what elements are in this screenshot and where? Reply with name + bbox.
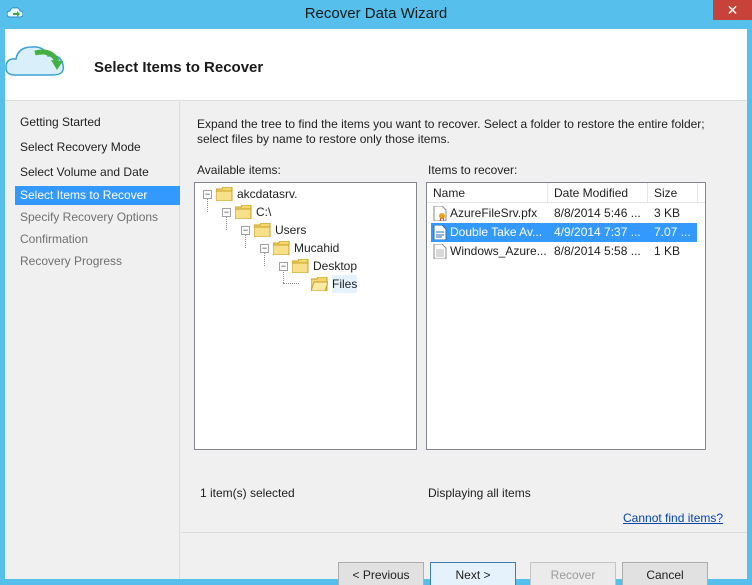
tree-node-akcdatasrv[interactable]: − akcdatasrv.: [203, 185, 403, 203]
column-header-date-modified[interactable]: Date Modified: [548, 183, 648, 203]
nav-step-select-items[interactable]: Select Items to Recover: [15, 186, 180, 205]
collapse-icon[interactable]: −: [222, 208, 231, 217]
folder-icon: [235, 205, 252, 219]
tree-node-label: Mucahid: [294, 241, 340, 255]
row-size: 7.07 ...: [654, 225, 691, 239]
list-row[interactable]: AzureFileSrv.pfx 8/8/2014 5:46 ... 3 KB: [427, 204, 705, 223]
row-size: 3 KB: [654, 206, 681, 220]
available-items-tree[interactable]: − akcdatasrv. − C:\ − Users − Mucahid − …: [194, 182, 417, 450]
tree-node-label: Desktop: [313, 259, 358, 273]
tree-node-users[interactable]: − Users: [241, 221, 401, 239]
nav-step-select-recovery-mode[interactable]: Select Recovery Mode: [15, 138, 180, 157]
row-name: AzureFileSrv.pfx: [450, 206, 538, 220]
content-pane: Expand the tree to find the items you wa…: [181, 102, 747, 585]
folder-icon: [216, 187, 233, 201]
nav-step-confirmation: Confirmation: [20, 232, 89, 246]
open-folder-icon: [311, 277, 328, 291]
cloud-recover-icon: [5, 46, 65, 76]
window-title: Recover Data Wizard: [304, 5, 448, 22]
nav-step-getting-started[interactable]: Getting Started: [15, 113, 180, 132]
list-header: Name Date Modified Size: [427, 183, 705, 203]
collapse-icon[interactable]: −: [279, 262, 288, 271]
certificate-file-icon: [433, 206, 447, 221]
tree-node-label: C:\: [256, 205, 272, 219]
display-status: Displaying all items: [428, 486, 531, 500]
next-button[interactable]: Next >: [430, 562, 516, 585]
footer-divider: [181, 532, 747, 533]
header-band: Select Items to Recover: [5, 29, 747, 101]
tree-node-mucahid[interactable]: − Mucahid: [260, 239, 400, 257]
document-file-icon: [433, 225, 447, 240]
row-date: 8/8/2014 5:46 ...: [554, 206, 641, 220]
tree-node-label: Files: [332, 275, 358, 293]
collapse-icon[interactable]: −: [203, 190, 212, 199]
collapse-icon[interactable]: −: [260, 244, 269, 253]
list-row-selected[interactable]: Double Take Av... 4/9/2014 7:37 ... 7.07…: [427, 223, 705, 242]
tree-node-files[interactable]: Files: [298, 275, 408, 293]
page-title: Select Items to Recover: [94, 59, 264, 76]
row-size: 1 KB: [654, 244, 681, 258]
nav-step-recovery-progress: Recovery Progress: [20, 254, 123, 268]
row-date: 8/8/2014 5:58 ...: [554, 244, 641, 258]
items-to-recover-list[interactable]: Name Date Modified Size AzureFileSrv.pfx…: [426, 182, 706, 450]
wizard-steps-nav: Getting Started Select Recovery Mode Sel…: [5, 102, 180, 579]
list-row[interactable]: Windows_Azure... 8/8/2014 5:58 ... 1 KB: [427, 242, 705, 261]
close-button[interactable]: ✕: [713, 0, 752, 20]
row-name: Windows_Azure...: [450, 244, 546, 258]
selection-status: 1 item(s) selected: [200, 486, 295, 500]
tree-node-desktop[interactable]: − Desktop: [279, 257, 409, 275]
column-header-size[interactable]: Size: [648, 183, 698, 203]
folder-icon: [292, 259, 309, 273]
text-file-icon: [433, 244, 447, 259]
folder-icon: [273, 241, 290, 255]
tree-node-c-drive[interactable]: − C:\: [222, 203, 402, 221]
wizard-body: Select Items to Recover Getting Started …: [5, 29, 747, 585]
items-to-recover-label: Items to recover:: [428, 163, 518, 177]
nav-step-select-volume-and-date[interactable]: Select Volume and Date: [15, 163, 180, 182]
cannot-find-items-link[interactable]: Cannot find items?: [623, 511, 723, 525]
folder-icon: [254, 223, 271, 237]
instructions-text: Expand the tree to find the items you wa…: [197, 117, 705, 146]
column-header-name[interactable]: Name: [427, 183, 548, 203]
wizard-window: Recover Data Wizard ✕ Select Items to Re…: [0, 0, 752, 585]
row-name: Double Take Av...: [450, 225, 543, 239]
tree-node-label: Users: [275, 223, 307, 237]
tree-node-label: akcdatasrv.: [237, 187, 298, 201]
nav-step-recovery-options: Specify Recovery Options: [20, 210, 159, 224]
available-items-label: Available items:: [197, 163, 281, 177]
recover-button: Recover: [530, 562, 616, 585]
collapse-icon[interactable]: −: [241, 226, 250, 235]
previous-button[interactable]: < Previous: [338, 562, 424, 585]
title-bar[interactable]: Recover Data Wizard ✕: [0, 0, 752, 29]
cancel-button[interactable]: Cancel: [622, 562, 708, 585]
row-date: 4/9/2014 7:37 ...: [554, 225, 641, 239]
